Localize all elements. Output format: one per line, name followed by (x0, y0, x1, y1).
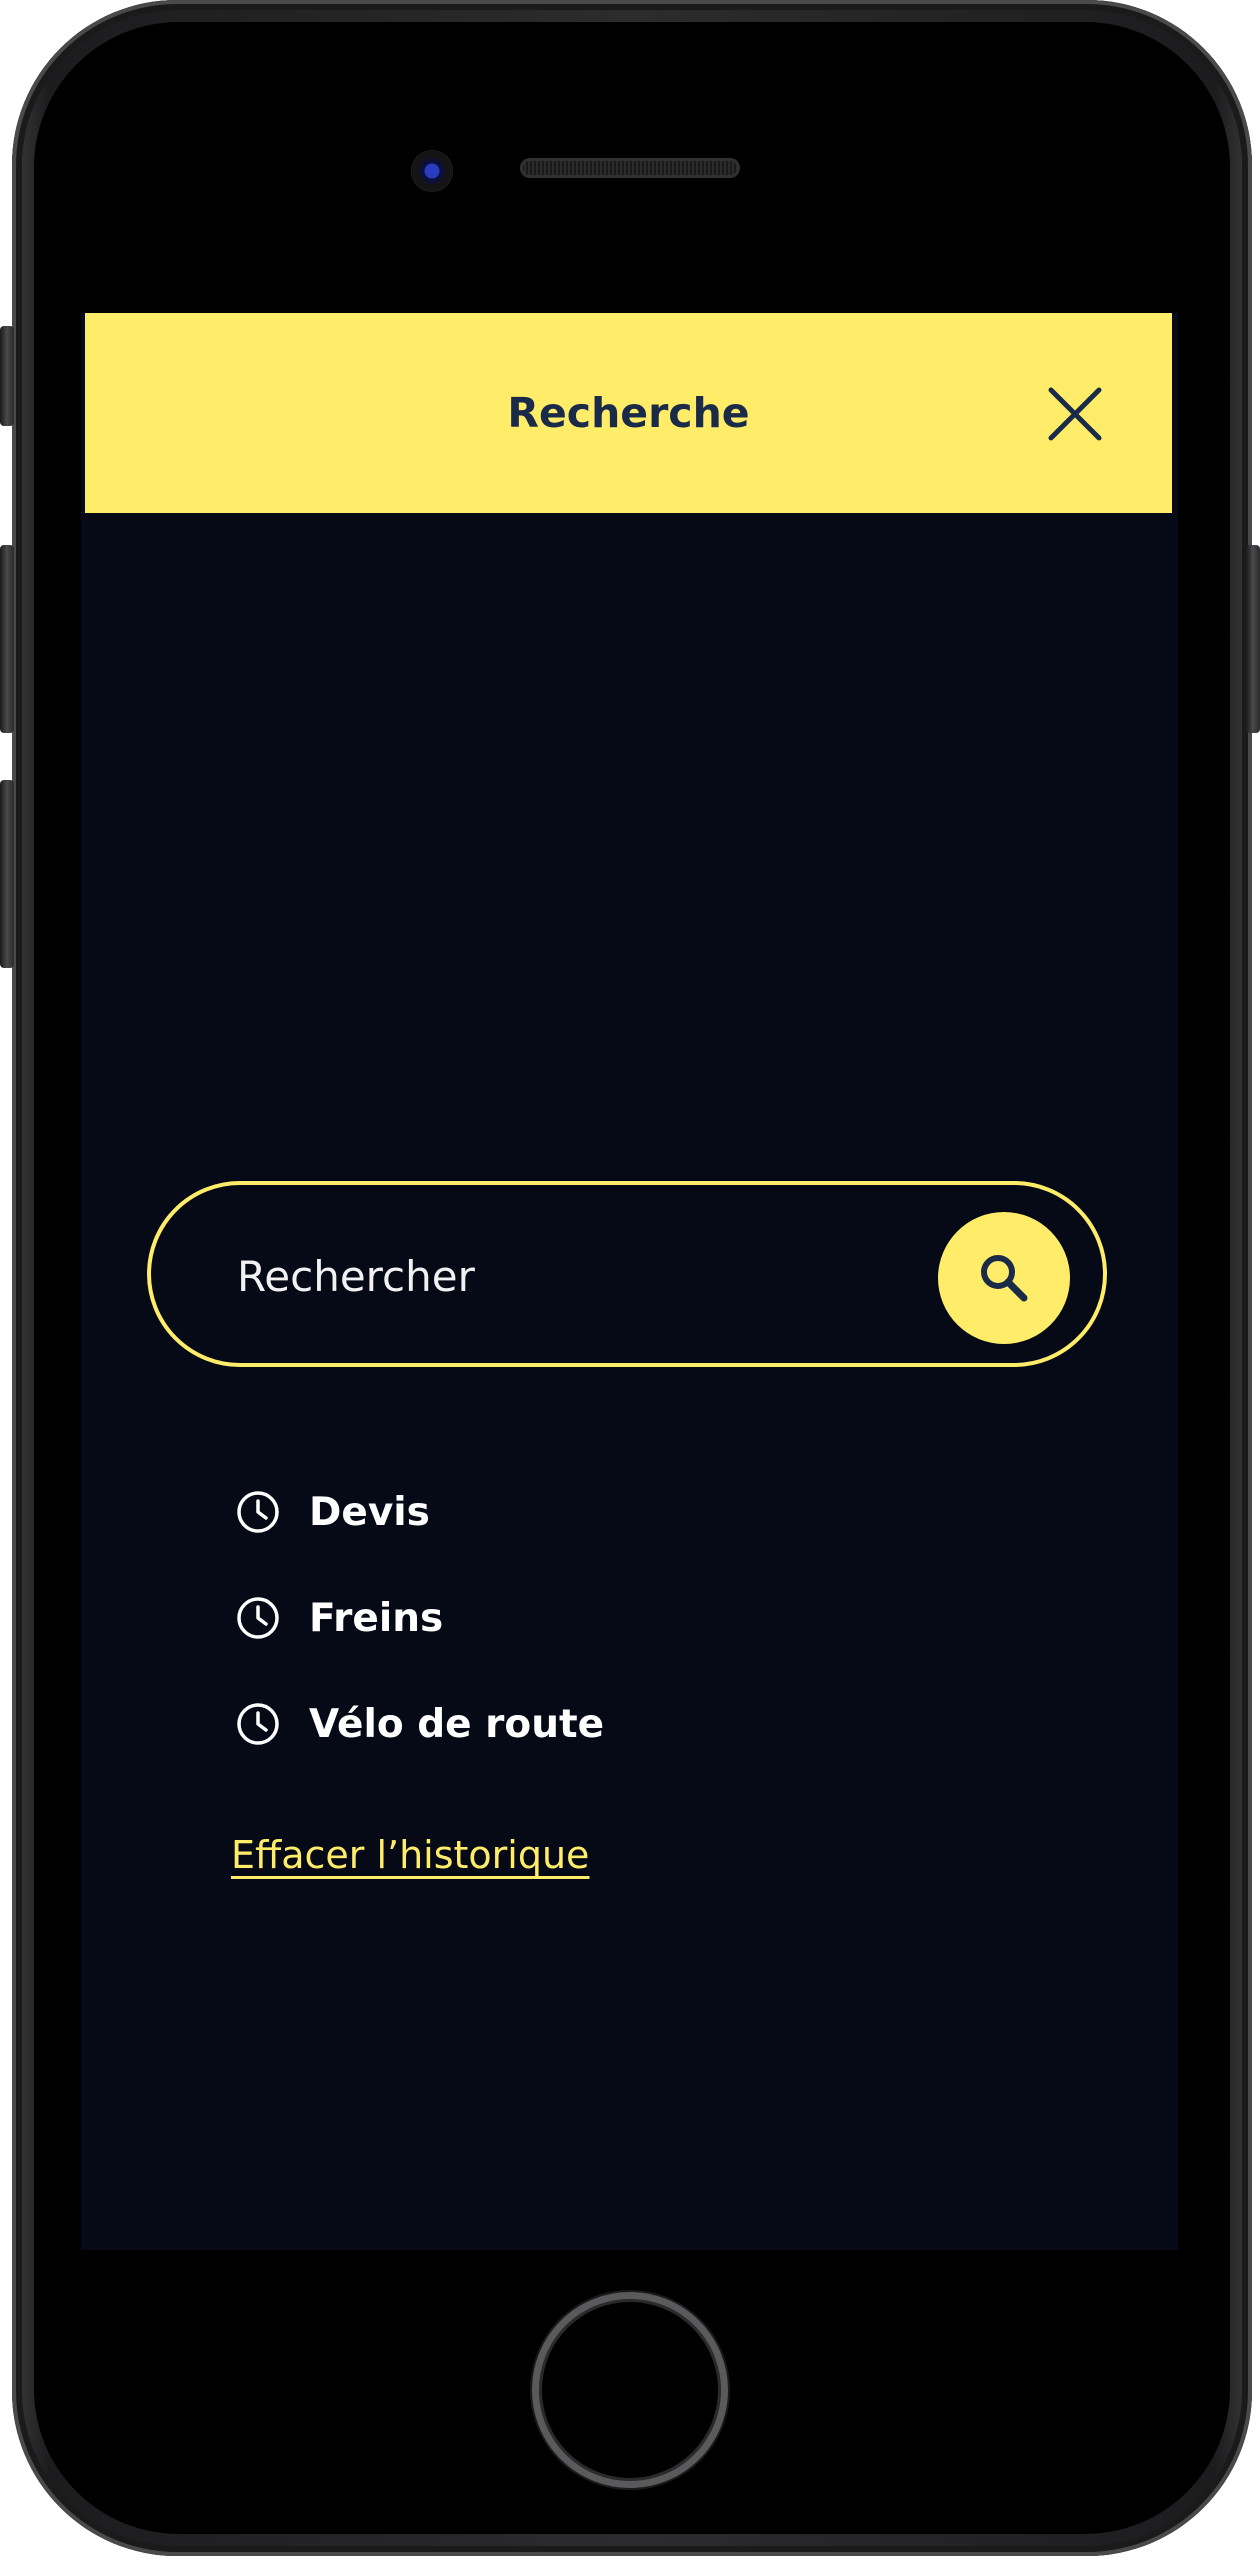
front-camera (411, 150, 453, 192)
history-item-label: Vélo de route (309, 1701, 605, 1747)
page-title: Recherche (507, 389, 750, 437)
history-item-velo-de-route[interactable]: Vélo de route (235, 1671, 1035, 1777)
history-item-label: Freins (309, 1595, 444, 1641)
clock-icon (237, 1703, 279, 1745)
search-icon (981, 1255, 1028, 1302)
clear-history-link[interactable]: Effacer l’historique (231, 1833, 589, 1877)
app-screen: Recherche Devis (81, 313, 1178, 2250)
history-item-freins[interactable]: Freins (235, 1565, 1035, 1671)
volume-up-button (0, 545, 14, 733)
power-button (1246, 545, 1260, 733)
earpiece-speaker (520, 158, 740, 178)
home-button[interactable] (532, 2292, 728, 2488)
history-item-devis[interactable]: Devis (235, 1459, 1035, 1565)
search-input[interactable] (235, 1225, 919, 1327)
mute-switch (0, 326, 14, 426)
search-history-list: Devis Freins Vélo de route (235, 1459, 1035, 1777)
clock-icon (237, 1491, 279, 1533)
close-icon (1048, 387, 1102, 441)
close-button[interactable] (1043, 382, 1107, 446)
search-button[interactable] (938, 1212, 1070, 1344)
history-item-label: Devis (309, 1489, 430, 1535)
volume-down-button (0, 780, 14, 968)
header-bar: Recherche (85, 313, 1172, 513)
clock-icon (237, 1597, 279, 1639)
search-bar (147, 1181, 1107, 1367)
